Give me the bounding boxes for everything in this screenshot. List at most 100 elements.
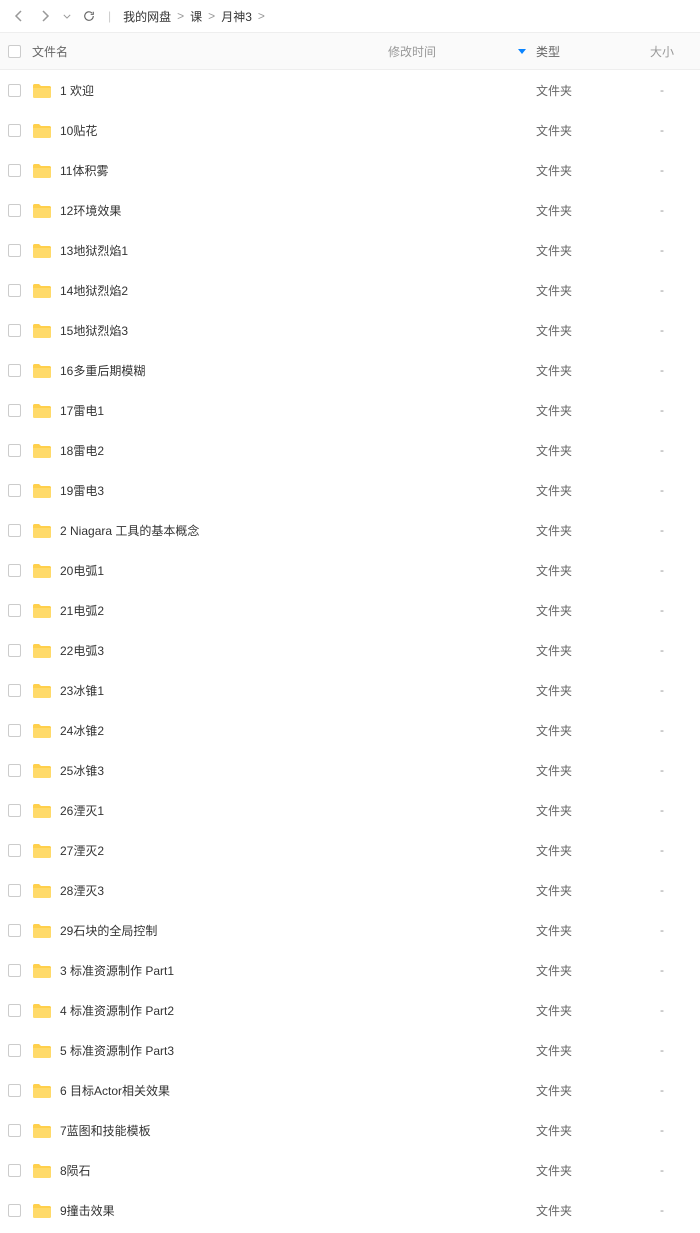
row-checkbox[interactable] (8, 284, 21, 297)
table-row[interactable]: 7蓝图和技能模板文件夹- (0, 1110, 700, 1150)
folder-icon (32, 722, 52, 738)
header-name[interactable]: 文件名 (32, 43, 388, 60)
cell-type: 文件夹 (536, 1122, 632, 1139)
row-checkbox[interactable] (8, 164, 21, 177)
cell-size: - (632, 123, 692, 137)
row-checkbox[interactable] (8, 524, 21, 537)
row-checkbox[interactable] (8, 1044, 21, 1057)
cell-size: - (632, 563, 692, 577)
row-checkbox[interactable] (8, 924, 21, 937)
row-checkbox[interactable] (8, 604, 21, 617)
row-checkbox[interactable] (8, 484, 21, 497)
table-row[interactable]: 6 目标Actor相关效果文件夹- (0, 1070, 700, 1110)
folder-icon (32, 482, 52, 498)
row-checkbox[interactable] (8, 204, 21, 217)
table-row[interactable]: 10贴花文件夹- (0, 110, 700, 150)
row-checkbox[interactable] (8, 1084, 21, 1097)
table-row[interactable]: 14地狱烈焰2文件夹- (0, 270, 700, 310)
cell-type: 文件夹 (536, 282, 632, 299)
header-mtime[interactable]: 修改时间 (388, 43, 536, 60)
file-name: 11体积雾 (60, 162, 108, 179)
table-row[interactable]: 3 标准资源制作 Part1文件夹- (0, 950, 700, 990)
chevron-right-icon: > (177, 9, 184, 23)
breadcrumb-item[interactable]: 课 (190, 8, 202, 25)
folder-icon (32, 122, 52, 138)
row-checkbox[interactable] (8, 1004, 21, 1017)
table-row[interactable]: 24冰锥2文件夹- (0, 710, 700, 750)
table-row[interactable]: 18雷电2文件夹- (0, 430, 700, 470)
table-row[interactable]: 26湮灭1文件夹- (0, 790, 700, 830)
table-row[interactable]: 28湮灭3文件夹- (0, 870, 700, 910)
cell-size: - (632, 963, 692, 977)
row-checkbox[interactable] (8, 564, 21, 577)
table-row[interactable]: 12环境效果文件夹- (0, 190, 700, 230)
table-row[interactable]: 2 Niagara 工具的基本概念文件夹- (0, 510, 700, 550)
row-checkbox[interactable] (8, 764, 21, 777)
row-checkbox[interactable] (8, 84, 21, 97)
file-name: 20电弧1 (60, 562, 104, 579)
refresh-button[interactable] (78, 5, 100, 27)
row-checkbox[interactable] (8, 404, 21, 417)
file-name: 16多重后期模糊 (60, 362, 145, 379)
table-header: 文件名 修改时间 类型 大小 (0, 32, 700, 70)
row-checkbox[interactable] (8, 844, 21, 857)
file-name: 13地狱烈焰1 (60, 242, 128, 259)
row-checkbox[interactable] (8, 1164, 21, 1177)
nav-forward-button[interactable] (34, 5, 56, 27)
folder-icon (32, 82, 52, 98)
folder-icon (32, 362, 52, 378)
cell-size: - (632, 1163, 692, 1177)
row-checkbox[interactable] (8, 1124, 21, 1137)
row-checkbox[interactable] (8, 444, 21, 457)
row-checkbox[interactable] (8, 644, 21, 657)
table-row[interactable]: 8陨石文件夹- (0, 1150, 700, 1190)
cell-type: 文件夹 (536, 442, 632, 459)
cell-type: 文件夹 (536, 1042, 632, 1059)
file-name: 27湮灭2 (60, 842, 104, 859)
header-type[interactable]: 类型 (536, 43, 632, 60)
table-row[interactable]: 16多重后期模糊文件夹- (0, 350, 700, 390)
table-row[interactable]: 23冰锥1文件夹- (0, 670, 700, 710)
select-all-checkbox[interactable] (8, 45, 21, 58)
table-row[interactable]: 4 标准资源制作 Part2文件夹- (0, 990, 700, 1030)
row-checkbox[interactable] (8, 724, 21, 737)
table-row[interactable]: 21电弧2文件夹- (0, 590, 700, 630)
row-checkbox[interactable] (8, 244, 21, 257)
nav-dropdown-button[interactable] (60, 5, 74, 27)
table-row[interactable]: 25冰锥3文件夹- (0, 750, 700, 790)
file-name: 2 Niagara 工具的基本概念 (60, 522, 199, 539)
row-checkbox[interactable] (8, 1204, 21, 1217)
table-row[interactable]: 22电弧3文件夹- (0, 630, 700, 670)
table-row[interactable]: 19雷电3文件夹- (0, 470, 700, 510)
table-row[interactable]: 1 欢迎文件夹- (0, 70, 700, 110)
row-checkbox[interactable] (8, 964, 21, 977)
row-checkbox[interactable] (8, 364, 21, 377)
file-list: 1 欢迎文件夹-10贴花文件夹-11体积雾文件夹-12环境效果文件夹-13地狱烈… (0, 70, 700, 1230)
table-row[interactable]: 9撞击效果文件夹- (0, 1190, 700, 1230)
table-row[interactable]: 29石块的全局控制文件夹- (0, 910, 700, 950)
cell-type: 文件夹 (536, 562, 632, 579)
table-row[interactable]: 15地狱烈焰3文件夹- (0, 310, 700, 350)
row-checkbox[interactable] (8, 804, 21, 817)
table-row[interactable]: 17雷电1文件夹- (0, 390, 700, 430)
table-row[interactable]: 5 标准资源制作 Part3文件夹- (0, 1030, 700, 1070)
row-checkbox[interactable] (8, 684, 21, 697)
row-checkbox[interactable] (8, 324, 21, 337)
cell-size: - (632, 323, 692, 337)
folder-icon (32, 322, 52, 338)
nav-back-button[interactable] (8, 5, 30, 27)
folder-icon (32, 202, 52, 218)
row-checkbox[interactable] (8, 124, 21, 137)
table-row[interactable]: 11体积雾文件夹- (0, 150, 700, 190)
breadcrumb-item[interactable]: 我的网盘 (123, 8, 171, 25)
cell-size: - (632, 883, 692, 897)
header-size[interactable]: 大小 (632, 43, 692, 60)
folder-icon (32, 762, 52, 778)
table-row[interactable]: 20电弧1 文件夹- (0, 550, 700, 590)
table-row[interactable]: 13地狱烈焰1文件夹- (0, 230, 700, 270)
cell-type: 文件夹 (536, 202, 632, 219)
file-name: 12环境效果 (60, 202, 121, 219)
row-checkbox[interactable] (8, 884, 21, 897)
breadcrumb-item[interactable]: 月神3 (221, 8, 252, 25)
table-row[interactable]: 27湮灭2文件夹- (0, 830, 700, 870)
